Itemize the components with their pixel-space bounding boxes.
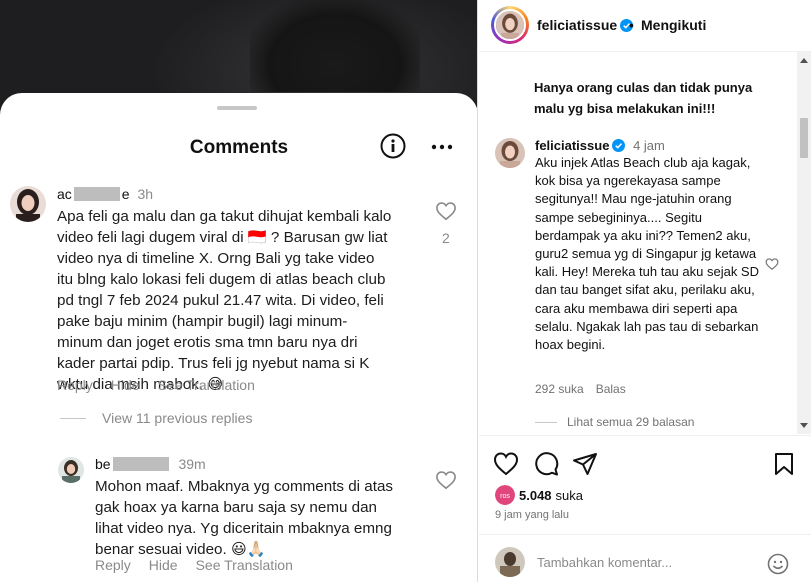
comments-sheet: Comments ac e 3h Apa feli ga malu dan ga …: [0, 93, 477, 582]
see-translation-button[interactable]: See Translation: [158, 377, 255, 393]
emoji-icon[interactable]: [767, 553, 789, 575]
reply-header: feliciatissue 4 jam: [535, 138, 665, 153]
avatar[interactable]: [10, 186, 46, 222]
post-header: feliciatissue • Mengikuti: [479, 0, 811, 52]
post-username[interactable]: feliciatissue: [537, 17, 634, 33]
comment-text: Mohon maaf. Mbaknya yg comments di atas …: [95, 478, 393, 558]
avatar: ros: [495, 485, 515, 505]
sheet-title: Comments: [189, 137, 289, 158]
verified-icon: [612, 139, 626, 152]
comment-actions: Reply Hide See Translation: [95, 557, 293, 573]
heart-icon[interactable]: [435, 470, 457, 490]
more-icon[interactable]: [430, 143, 454, 151]
reply-time: 4 jam: [633, 138, 665, 153]
comment-time: 39m: [178, 456, 206, 472]
reply-button[interactable]: Balas: [596, 382, 626, 396]
info-icon[interactable]: [380, 133, 406, 159]
scroll-down-icon[interactable]: [800, 423, 808, 428]
like-count: 2: [442, 230, 450, 246]
comment-username[interactable]: be 39m: [95, 456, 206, 472]
heart-icon[interactable]: [765, 257, 779, 271]
post-actions: ros 5.048 suka 9 jam yang lalu: [479, 435, 811, 535]
comment-time: 3h: [137, 186, 154, 202]
reply-button[interactable]: Reply: [95, 557, 131, 573]
sheet-grabber[interactable]: [217, 106, 257, 110]
comment-input[interactable]: [537, 551, 757, 573]
reply-username[interactable]: feliciatissue: [535, 138, 609, 153]
comments-screenshot: Comments ac e 3h Apa feli ga malu dan ga …: [0, 0, 478, 582]
view-previous-replies[interactable]: View 11 previous replies: [60, 410, 252, 426]
comment-username[interactable]: ac e 3h: [57, 186, 153, 202]
caption-text: Hanya orang culas dan tidak punya malu y…: [534, 80, 753, 116]
likes-label: suka: [555, 487, 584, 503]
reply-text: Aku injek Atlas Beach club aja kagak, ko…: [535, 155, 759, 353]
hide-button[interactable]: Hide: [149, 557, 178, 573]
comments-list[interactable]: Hanya orang culas dan tidak punya malu y…: [479, 52, 811, 434]
separator: •: [629, 17, 634, 33]
avatar[interactable]: [58, 457, 84, 483]
avatar[interactable]: [491, 6, 529, 44]
reply-button[interactable]: Reply: [57, 377, 93, 393]
see-translation-button[interactable]: See Translation: [196, 557, 293, 573]
comment-actions: Reply Hide See Translation: [57, 377, 255, 393]
see-all-replies[interactable]: Lihat semua 29 balasan: [535, 415, 694, 429]
scrollbar[interactable]: [797, 52, 811, 434]
svg-text:ros: ros: [500, 493, 510, 500]
hide-button[interactable]: Hide: [111, 377, 140, 393]
comment-icon[interactable]: [533, 451, 559, 477]
likes-count: 5.048: [519, 487, 552, 503]
avatar[interactable]: [495, 138, 525, 168]
post-panel: feliciatissue • Mengikuti Hanya orang cu…: [479, 0, 811, 582]
reply-likes[interactable]: 292 suka: [535, 382, 584, 396]
add-comment-bar: [479, 534, 811, 582]
scroll-up-icon[interactable]: [800, 58, 808, 63]
scrollbar-thumb[interactable]: [800, 118, 808, 158]
likes-summary[interactable]: ros 5.048 suka: [495, 485, 583, 505]
following-button[interactable]: Mengikuti: [641, 17, 706, 33]
share-icon[interactable]: [572, 451, 598, 477]
comment-text: Apa feli ga malu dan ga takut dihujat ke…: [57, 208, 392, 393]
heart-icon[interactable]: [435, 201, 457, 221]
heart-icon[interactable]: [493, 451, 519, 477]
post-time: 9 jam yang lalu: [495, 509, 569, 521]
reply-meta: 292 suka Balas: [535, 382, 626, 396]
avatar: [495, 547, 525, 577]
bookmark-icon[interactable]: [771, 451, 797, 477]
